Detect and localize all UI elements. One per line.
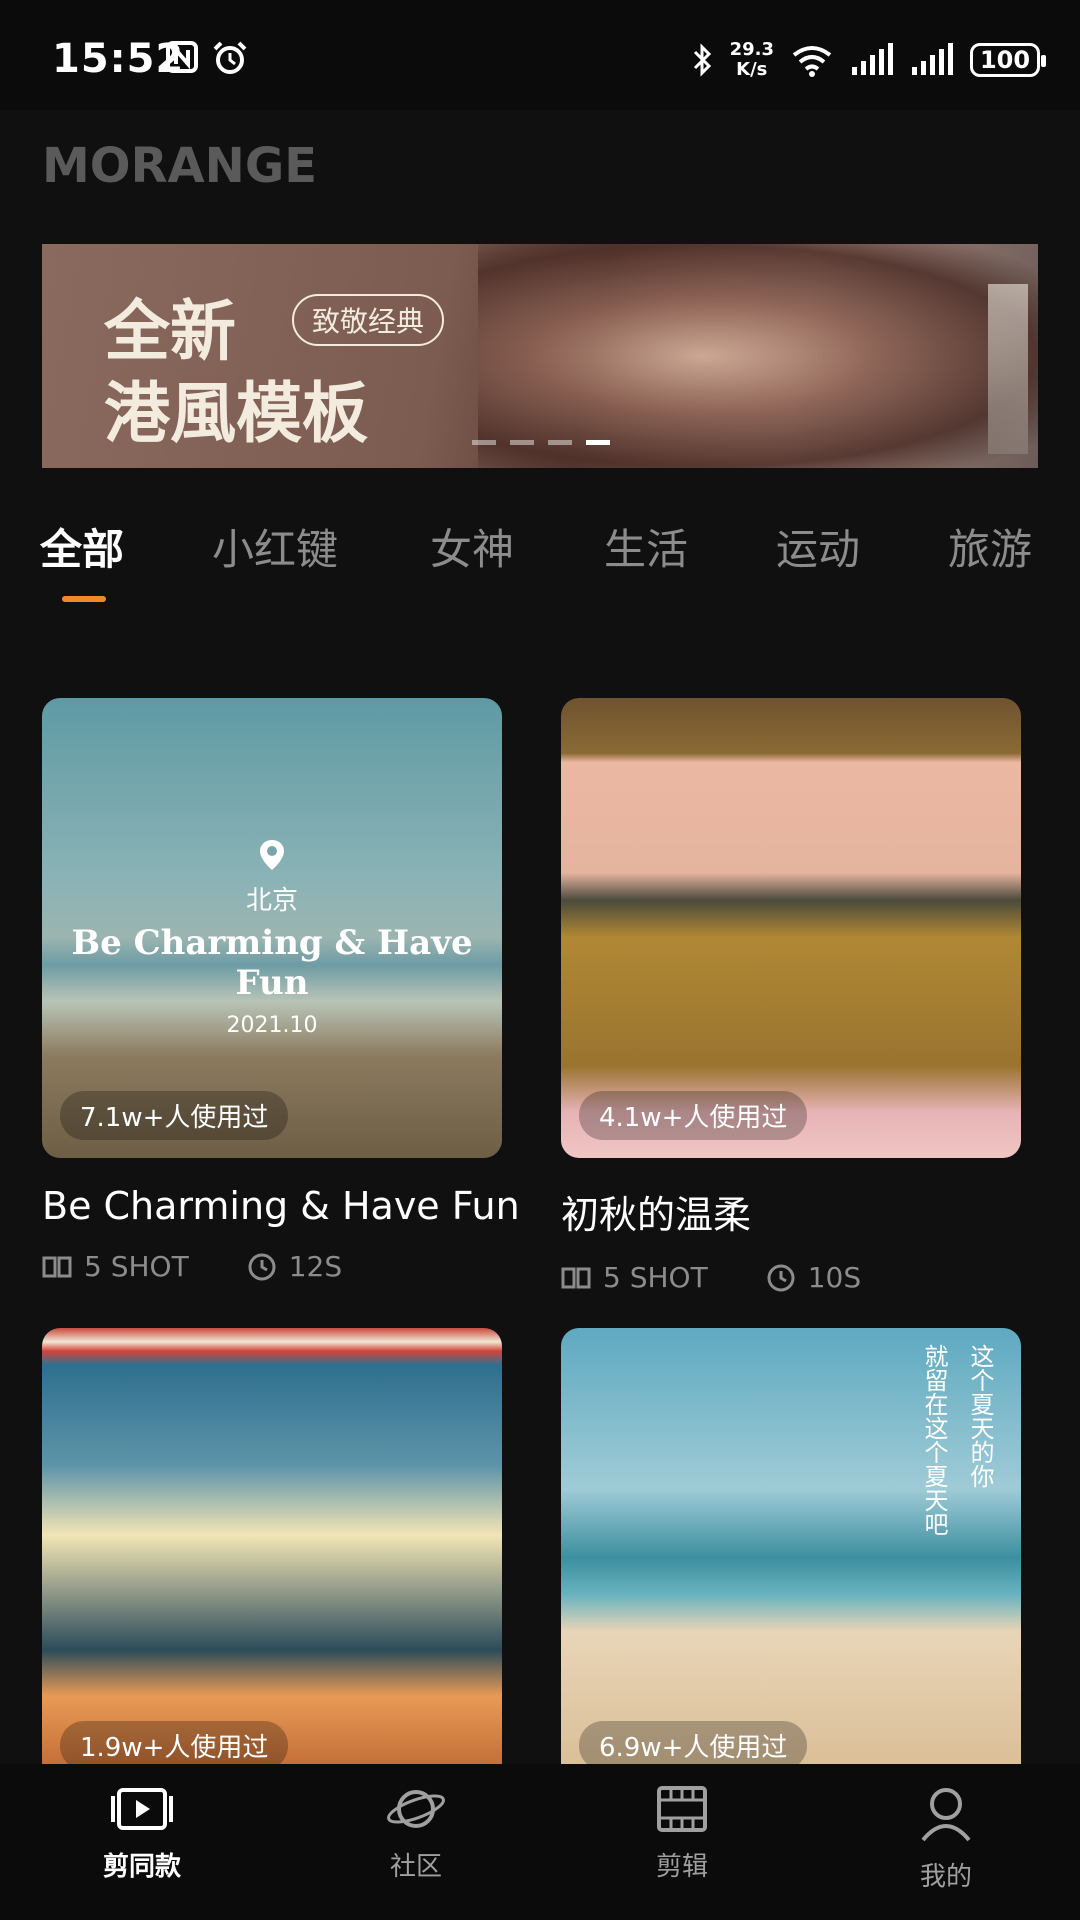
film-icon bbox=[657, 1786, 707, 1832]
duration-text: 12S bbox=[288, 1250, 343, 1283]
clock-icon bbox=[767, 1264, 795, 1291]
template-card[interactable]: 4.1w+人使用过 初秋的温柔 5 SHOT 10S bbox=[561, 698, 1021, 1294]
template-card[interactable]: 1.9w+人使用过 bbox=[42, 1328, 502, 1788]
overlay-title: Be Charming & Have Fun bbox=[71, 923, 473, 1003]
promo-banner[interactable]: 全新 致敬经典 港風模板 bbox=[42, 244, 1038, 468]
shot-count-text: 5 SHOT bbox=[84, 1250, 189, 1283]
tab-sports[interactable]: 运动 bbox=[776, 516, 860, 577]
app-logo: MORANGE bbox=[42, 138, 317, 194]
page-dot bbox=[510, 440, 534, 445]
usage-count: 1.9w+人使用过 bbox=[60, 1721, 289, 1770]
template-thumbnail[interactable]: 1.9w+人使用过 bbox=[42, 1328, 502, 1788]
category-tabs: 全部 小红键 女神 生活 运动 旅游 bbox=[40, 516, 1080, 606]
planet-icon bbox=[387, 1790, 445, 1828]
tab-all[interactable]: 全部 bbox=[40, 516, 124, 577]
nav-community[interactable]: 社区 bbox=[326, 1786, 506, 1883]
location-overlay: 北京 Be Charming & Have Fun 2021.10 bbox=[42, 838, 502, 1038]
logo-text: MORANGE bbox=[42, 138, 317, 194]
tab-life[interactable]: 生活 bbox=[604, 516, 688, 577]
nav-templates[interactable]: 剪同款 bbox=[52, 1786, 232, 1883]
shots-icon bbox=[561, 1267, 591, 1288]
alarm-icon bbox=[213, 41, 247, 74]
banner-photo bbox=[478, 244, 1038, 468]
nav-label: 剪辑 bbox=[655, 1852, 708, 1882]
page-dot bbox=[472, 440, 496, 445]
nfc-icon bbox=[166, 41, 198, 73]
duration: 10S bbox=[766, 1261, 861, 1294]
nav-profile[interactable]: 我的 bbox=[856, 1786, 1036, 1893]
banner-title-line2: 港風模板 bbox=[104, 374, 368, 452]
tab-xiaohongjian[interactable]: 小红键 bbox=[212, 516, 338, 577]
tab-goddess[interactable]: 女神 bbox=[430, 516, 514, 577]
signal-icon bbox=[852, 43, 893, 75]
active-tab-indicator bbox=[62, 596, 106, 602]
bluetooth-icon bbox=[693, 43, 711, 77]
template-thumbnail[interactable]: 4.1w+人使用过 bbox=[561, 698, 1021, 1158]
overlay-city: 北京 bbox=[245, 886, 298, 916]
overlay-date: 2021.10 bbox=[226, 1013, 318, 1038]
template-meta: 5 SHOT 10S bbox=[561, 1261, 1021, 1294]
network-speed: 29.3 K/s bbox=[730, 40, 774, 80]
template-title: 初秋的温柔 bbox=[561, 1193, 752, 1237]
caption-column: 这个夏天的你 bbox=[966, 1344, 994, 1488]
battery-level: 100 bbox=[979, 46, 1031, 74]
user-icon bbox=[921, 1788, 971, 1842]
shot-count-text: 5 SHOT bbox=[603, 1261, 708, 1294]
speed-value: 29.3 bbox=[729, 39, 774, 60]
video-template-icon bbox=[111, 1788, 173, 1830]
usage-count: 6.9w+人使用过 bbox=[579, 1721, 808, 1770]
caption-column: 就留在这个夏天吧 bbox=[920, 1344, 948, 1536]
bottom-nav: 剪同款 社区 剪辑 我的 bbox=[0, 1764, 1080, 1920]
duration: 12S bbox=[247, 1250, 342, 1283]
location-pin-icon bbox=[260, 840, 284, 870]
template-title: Be Charming & Have Fun bbox=[42, 1184, 520, 1228]
nav-label: 剪同款 bbox=[102, 1852, 181, 1882]
shot-count: 5 SHOT bbox=[42, 1250, 189, 1283]
page-dot bbox=[548, 440, 572, 445]
nav-label: 社区 bbox=[389, 1852, 442, 1882]
usage-count: 4.1w+人使用过 bbox=[579, 1091, 808, 1140]
template-thumbnail[interactable]: 北京 Be Charming & Have Fun 2021.10 7.1w+人… bbox=[42, 698, 502, 1158]
tab-travel[interactable]: 旅游 bbox=[948, 516, 1032, 577]
shots-icon bbox=[42, 1256, 72, 1277]
template-card[interactable]: 这个夏天的你 就留在这个夏天吧 6.9w+人使用过 bbox=[561, 1328, 1021, 1788]
speed-unit: K/s bbox=[736, 59, 768, 80]
vertical-caption: 这个夏天的你 就留在这个夏天吧 bbox=[915, 1344, 999, 1536]
page-dot-active bbox=[586, 440, 610, 445]
shot-count: 5 SHOT bbox=[561, 1261, 708, 1294]
banner-page-indicator bbox=[472, 440, 610, 445]
battery-indicator: 100 bbox=[970, 43, 1046, 77]
signal-icon-2 bbox=[912, 43, 953, 75]
template-card[interactable]: 北京 Be Charming & Have Fun 2021.10 7.1w+人… bbox=[42, 698, 520, 1283]
template-thumbnail[interactable]: 这个夏天的你 就留在这个夏天吧 6.9w+人使用过 bbox=[561, 1328, 1021, 1788]
banner-photo-strip bbox=[988, 284, 1028, 454]
clock-icon bbox=[248, 1253, 276, 1280]
nav-label: 我的 bbox=[919, 1862, 972, 1892]
status-bar: 15:52 29.3 K/s 100 bbox=[0, 0, 1080, 110]
wifi-icon bbox=[792, 46, 832, 77]
template-meta: 5 SHOT 12S bbox=[42, 1250, 502, 1283]
usage-count: 7.1w+人使用过 bbox=[60, 1091, 289, 1140]
banner-badge: 致敬经典 bbox=[292, 294, 445, 346]
nav-edit[interactable]: 剪辑 bbox=[592, 1786, 772, 1883]
duration-text: 10S bbox=[807, 1261, 862, 1294]
